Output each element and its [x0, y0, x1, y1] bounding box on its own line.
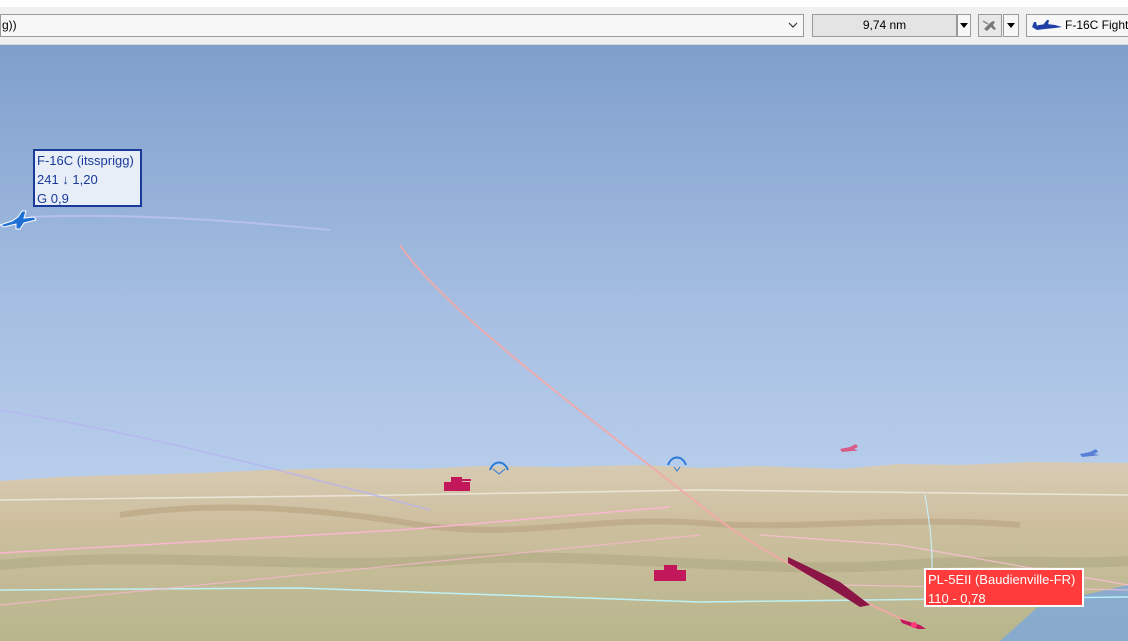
own-ship-name: F-16C (itssprigg) — [37, 153, 134, 168]
3d-tactical-view[interactable]: F-16C (itssprigg) 241 ↓ 1,20 G 0,9 PL-5E… — [0, 45, 1128, 641]
window-top-edge — [0, 0, 1128, 7]
range-dropdown-arrow-icon[interactable] — [957, 14, 971, 37]
own-ship-speed-altitude: 241 ↓ 1,20 — [37, 172, 98, 187]
tool-dropdown-arrow-icon[interactable] — [1003, 14, 1019, 37]
chevron-down-icon — [786, 15, 800, 36]
missile-speed-mach: 110 - 0,78 — [928, 591, 986, 606]
aircraft-tool-icon[interactable] — [978, 14, 1002, 37]
own-ship-g-load: G 0,9 — [37, 191, 69, 206]
object-dropdown-text: g)) — [2, 18, 17, 32]
jet-icon — [1032, 20, 1062, 30]
own-ship-label[interactable]: F-16C (itssprigg) 241 ↓ 1,20 G 0,9 — [33, 149, 142, 207]
object-dropdown[interactable]: g)) — [0, 14, 804, 37]
aircraft-selector-label: F-16C Fighting Falcon — [1065, 18, 1128, 32]
terrain — [0, 462, 1128, 641]
viewer-toolbar: g)) 9,74 nm F-16C Fighting Falcon — [0, 7, 1128, 45]
missile-name: PL-5EII (Baudienville-FR) — [928, 572, 1076, 587]
range-value: 9,74 nm — [862, 18, 907, 32]
aircraft-selector[interactable]: F-16C Fighting Falcon — [1026, 14, 1128, 37]
range-field[interactable]: 9,74 nm — [812, 14, 957, 37]
scene-render — [0, 45, 1128, 641]
missile-label[interactable]: PL-5EII (Baudienville-FR) 110 - 0,78 — [924, 568, 1084, 607]
